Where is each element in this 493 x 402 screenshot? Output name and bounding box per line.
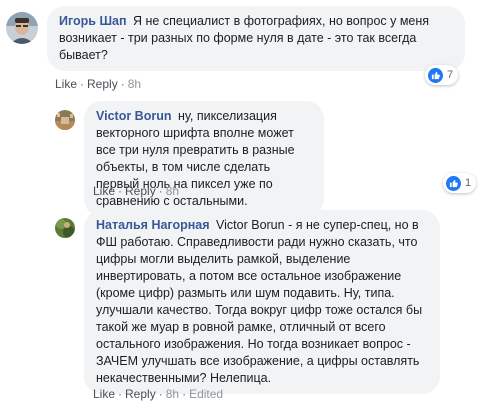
reaction-count[interactable]: 7	[425, 65, 459, 85]
comment-text: - я не супер-спец, но в ФШ работаю. Спра…	[96, 218, 423, 385]
comment-actions: Like · Reply · 8h · Edited	[93, 387, 224, 401]
like-link[interactable]: Like	[55, 77, 77, 91]
comment-author[interactable]: Игорь Шап	[59, 14, 127, 28]
comment-author[interactable]: Victor Borun	[96, 109, 171, 123]
avatar[interactable]	[55, 110, 75, 130]
comment-author[interactable]: Наталья Нагорная	[96, 218, 210, 232]
reaction-count[interactable]: 1	[443, 173, 477, 193]
reaction-count-value: 7	[447, 69, 454, 81]
reply-link[interactable]: Reply	[125, 387, 156, 401]
avatar[interactable]	[6, 12, 38, 44]
reply-link[interactable]: Reply	[87, 77, 118, 91]
comment-bubble: Игорь Шап Я не специалист в фотографиях,…	[47, 6, 465, 71]
timestamp[interactable]: 8h	[166, 184, 179, 198]
avatar[interactable]	[55, 218, 75, 238]
comment-actions: Like · Reply · 8h	[93, 184, 180, 198]
comment-mention[interactable]: Victor Borun	[216, 218, 285, 232]
like-link[interactable]: Like	[93, 387, 115, 401]
edited-label[interactable]: Edited	[189, 387, 223, 401]
thumbs-up-icon	[446, 175, 461, 191]
timestamp[interactable]: 8h	[128, 77, 141, 91]
like-link[interactable]: Like	[93, 184, 115, 198]
reply-link[interactable]: Reply	[125, 184, 156, 198]
timestamp[interactable]: 8h	[166, 387, 179, 401]
comment-bubble: Наталья Нагорная Victor Borun - я не суп…	[84, 210, 440, 394]
thumbs-up-icon	[428, 67, 443, 83]
comment-actions: Like · Reply · 8h	[55, 77, 142, 91]
comment-bubble: Victor Borun ну, пикселизация векторного…	[84, 101, 324, 217]
reaction-count-value: 1	[465, 177, 472, 189]
